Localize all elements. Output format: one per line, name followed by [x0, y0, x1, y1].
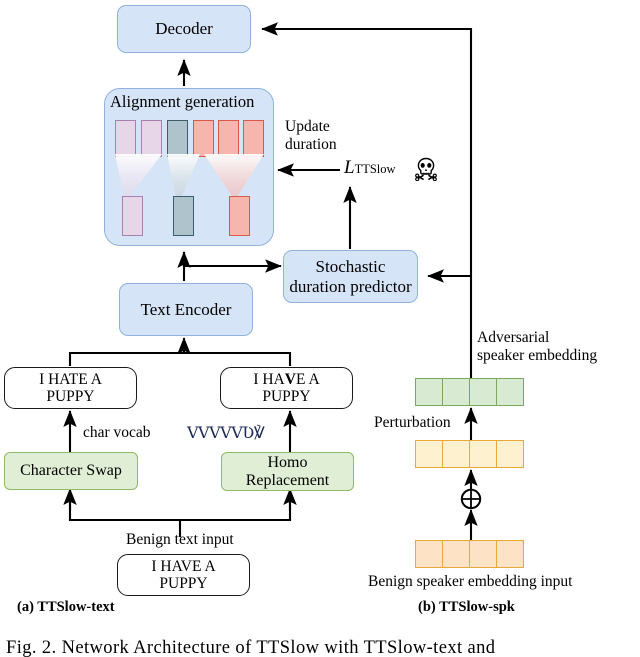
loss-symbol: L — [344, 157, 355, 178]
figure-caption-bottom: Fig. 2. Network Architecture of TTSlow w… — [6, 638, 636, 657]
update-duration-label: Update duration — [285, 118, 337, 155]
attacked-text-right-homoglyph: V — [284, 370, 296, 388]
embedding-cell — [468, 440, 498, 468]
embedding-cell — [415, 540, 444, 568]
adversarial-speaker-embedding-row — [415, 378, 525, 406]
connector-speaker-bus-to-decoder — [261, 22, 473, 380]
attacked-text-left-line1: I HATE A — [39, 370, 102, 388]
alignment-generation-title: Alignment generation — [110, 92, 255, 111]
attacked-text-right-post: E A — [295, 370, 320, 388]
embedding-cell — [495, 440, 525, 468]
homo-replacement-box: Homo Replacement — [221, 452, 354, 491]
perturbation-embedding-row — [415, 440, 525, 468]
embedding-cell — [415, 440, 444, 468]
benign-text-line2: PUPPY — [159, 575, 208, 592]
decoder-box: Decoder — [117, 5, 251, 53]
adversarial-speaker-embedding-label: Adversarial speaker embedding — [477, 329, 597, 366]
stochastic-duration-predictor-label: Stochastic duration predictor — [289, 257, 412, 296]
caption-subfigure-a: (a) TTSlow-text — [17, 599, 115, 615]
loss-subscript: TTSlow — [354, 162, 396, 176]
adversarial-label-line1: Adversarial — [477, 329, 550, 346]
skull-icon — [414, 157, 438, 185]
attacked-text-left-line2: PUPPY — [46, 388, 95, 405]
homoglyph-sequence: VVVVVƲ℣ — [187, 423, 265, 442]
embedding-cell — [468, 378, 498, 406]
benign-speaker-embedding-label: Benign speaker embedding input — [368, 573, 573, 590]
attacked-text-right-line2: PUPPY — [262, 388, 311, 405]
attacked-text-right-box: I HAVE A PUPPY — [220, 367, 353, 409]
attacked-text-left: I HATE A PUPPY — [39, 371, 102, 406]
embedding-cell — [441, 378, 471, 406]
embedding-cell — [441, 440, 471, 468]
embedding-cell — [495, 540, 525, 568]
character-swap-label: Character Swap — [20, 462, 122, 480]
connector-benign-to-attacks — [68, 491, 292, 522]
decoder-label: Decoder — [155, 19, 213, 39]
homo-replacement-line2: Replacement — [245, 471, 330, 489]
character-swap-box: Character Swap — [4, 452, 138, 490]
adversarial-label-line2: speaker embedding — [477, 347, 598, 365]
caption-subfigure-b: (b) TTSlow-spk — [418, 599, 515, 615]
stochastic-duration-predictor-box: Stochastic duration predictor — [283, 250, 418, 303]
figure-root: Decoder Alignment generation Update dura… — [0, 0, 640, 657]
homo-replacement-line1: Homo — [267, 453, 308, 471]
homoglyph-sequence-text: VVVVVƲ℣ — [187, 423, 265, 442]
text-encoder-box: Text Encoder — [119, 283, 253, 336]
benign-text-input: I HAVE A PUPPY — [151, 558, 215, 593]
attacked-text-left-box: I HATE A PUPPY — [4, 367, 137, 409]
alignment-bottom-block-1 — [122, 196, 143, 236]
attacked-text-right: I HAVE A PUPPY — [253, 371, 319, 406]
embedding-cell — [495, 378, 525, 406]
homo-replacement-label: Homo Replacement — [246, 454, 330, 490]
embedding-cell — [415, 378, 444, 406]
perturbation-label: Perturbation — [374, 414, 451, 431]
connector-attacked-texts-merge — [68, 351, 186, 366]
benign-speaker-embedding-row — [415, 540, 525, 568]
connector-attacked-right-merge — [184, 351, 292, 366]
attacked-text-right-pre: I HA — [253, 370, 285, 388]
embedding-cell — [468, 540, 498, 568]
embedding-cell — [441, 540, 471, 568]
alignment-bottom-row — [115, 196, 263, 236]
benign-text-input-label: Benign text input — [126, 531, 234, 548]
alignment-bottom-block-3 — [229, 196, 250, 236]
ttslow-loss-label: LTTSlow — [344, 157, 396, 179]
update-duration-text: Update duration — [285, 118, 337, 154]
text-encoder-label: Text Encoder — [140, 299, 232, 319]
alignment-bottom-block-2 — [173, 196, 194, 236]
alignment-top-row — [115, 120, 264, 157]
char-vocab-label: char vocab — [83, 424, 151, 441]
benign-text-input-box: I HAVE A PUPPY — [117, 554, 250, 596]
figure-caption-bottom-text: Fig. 2. Network Architecture of TTSlow w… — [6, 638, 496, 657]
benign-text-line1: I HAVE A — [151, 557, 216, 575]
